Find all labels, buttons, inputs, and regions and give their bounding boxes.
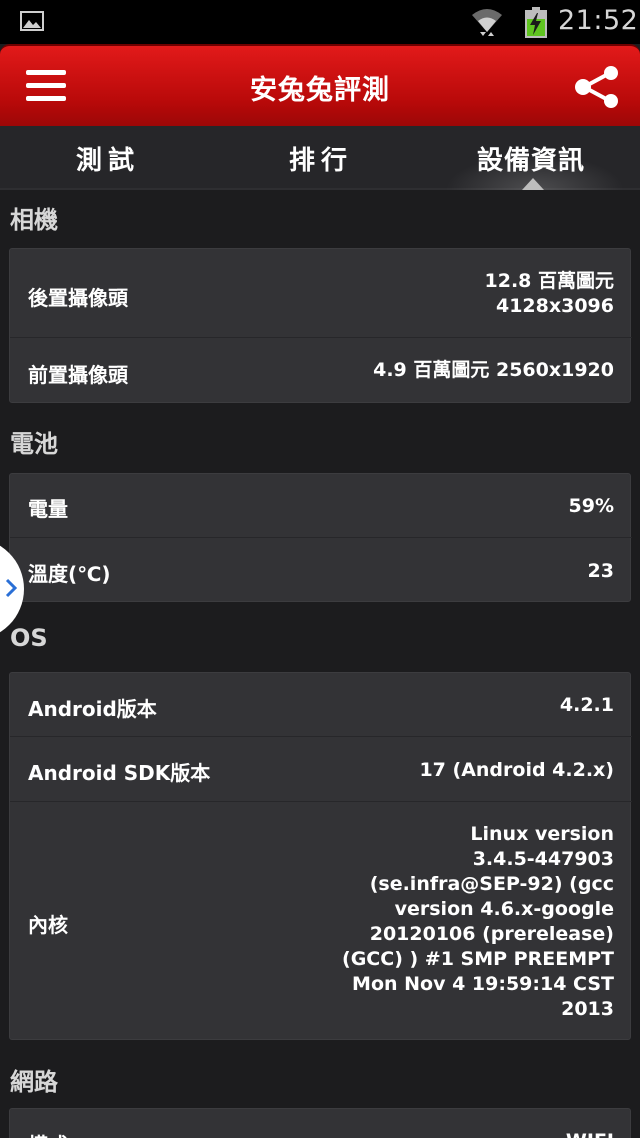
app-root: 21:52 安兔兔評測 測試 排行 設備資訊 相機 後置攝像頭 12.8 百萬圖… [0, 0, 640, 1138]
row-label: 內核 [28, 913, 68, 937]
status-bar: 21:52 [0, 0, 640, 44]
row-value: 17 (Android 4.2.x) [419, 759, 614, 781]
row-value: Linux version 3.4.5-447903 (se.infra@SEP… [342, 823, 614, 1020]
section-title-os: OS [10, 624, 48, 652]
wifi-icon [472, 9, 502, 36]
app-title: 安兔兔評測 [250, 75, 390, 106]
list-item: 模式 WIFI [10, 1109, 632, 1138]
row-label: Android版本 [28, 697, 157, 721]
list-item: 前置攝像頭 4.9 百萬圖元 2560x1920 [10, 338, 632, 404]
tab-bar: 測試 排行 設備資訊 [0, 126, 640, 190]
tab-device-info[interactable]: 設備資訊 [477, 140, 585, 177]
tab-ranking[interactable]: 排行 [289, 140, 353, 177]
row-value: 4.9 百萬圖元 2560x1920 [373, 359, 614, 381]
status-time: 21:52 [558, 5, 639, 36]
row-label: 後置攝像頭 [28, 286, 128, 310]
row-value: 4.2.1 [559, 694, 614, 716]
chevron-right-icon [5, 578, 18, 598]
row-value: 12.8 百萬圖元 4128x3096 [484, 270, 615, 317]
row-label: 溫度(℃) [28, 562, 111, 586]
card-os: Android版本 4.2.1 Android SDK版本 17 (Androi… [9, 672, 632, 1041]
section-title-network: 網路 [10, 1068, 58, 1096]
gallery-icon [20, 11, 44, 31]
section-title-battery: 電池 [10, 430, 58, 458]
app-bar: 安兔兔評測 [0, 44, 640, 126]
list-item: 電量 59% [10, 474, 632, 537]
list-item: Android SDK版本 17 (Android 4.2.x) [10, 737, 632, 801]
card-camera: 後置攝像頭 12.8 百萬圖元 4128x3096 前置攝像頭 4.9 百萬圖元… [9, 248, 632, 404]
row-value: 23 [587, 560, 614, 582]
list-item: 內核 Linux version 3.4.5-447903 (se.infra@… [10, 802, 632, 1041]
list-item: 溫度(℃) 23 [10, 538, 632, 603]
row-label: Android SDK版本 [28, 761, 211, 785]
row-label: 模式 [28, 1129, 68, 1138]
battery-charging-icon [525, 7, 547, 38]
row-value: WIFI [566, 1129, 614, 1138]
section-title-camera: 相機 [10, 206, 58, 234]
row-label: 電量 [28, 497, 68, 521]
list-item: 後置攝像頭 12.8 百萬圖元 4128x3096 [10, 249, 632, 337]
tab-selected-indicator [522, 178, 544, 190]
card-network: 模式 WIFI [9, 1108, 631, 1138]
card-battery: 電量 59% 溫度(℃) 23 [9, 473, 632, 603]
row-label: 前置攝像頭 [28, 363, 128, 387]
share-icon[interactable] [574, 66, 620, 108]
tab-test[interactable]: 測試 [76, 140, 140, 177]
list-item: Android版本 4.2.1 [10, 673, 632, 736]
row-value: 59% [568, 495, 614, 517]
